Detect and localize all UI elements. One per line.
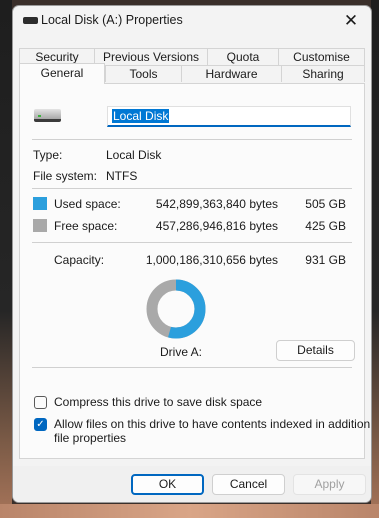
- ok-button[interactable]: OK: [131, 474, 204, 495]
- desktop-background-right: [371, 0, 379, 518]
- tab-general[interactable]: General: [19, 63, 105, 84]
- hard-drive-icon: [34, 109, 61, 122]
- index-label-line1: Allow files on this drive to have conten…: [54, 417, 372, 431]
- compress-label: Compress this drive to save disk space: [54, 395, 263, 409]
- capacity-size: 931 GB: [305, 253, 346, 267]
- tab-customise[interactable]: Customise: [278, 48, 365, 65]
- title-bar[interactable]: Local Disk (A:) Properties ✕: [13, 6, 371, 38]
- used-space-swatch: [33, 197, 47, 210]
- drive-name-input[interactable]: Local Disk: [107, 106, 351, 127]
- compress-checkbox[interactable]: [34, 396, 47, 409]
- dialog-footer: OK Cancel Apply: [13, 466, 371, 502]
- desktop-background-left: [0, 0, 12, 518]
- free-space-swatch: [33, 219, 47, 232]
- capacity-label: Capacity:: [54, 253, 105, 267]
- disk-usage-donut: [146, 279, 206, 339]
- drive-letter-label: Drive A:: [160, 345, 203, 359]
- apply-button[interactable]: Apply: [293, 474, 366, 495]
- type-label: Type:: [33, 148, 63, 162]
- divider: [32, 188, 352, 189]
- tab-previous-versions[interactable]: Previous Versions: [94, 48, 207, 65]
- free-space-size: 425 GB: [305, 219, 346, 233]
- capacity-bytes: 1,000,186,310,656 bytes: [145, 253, 278, 267]
- file-system-value: NTFS: [106, 169, 138, 183]
- tab-tools[interactable]: Tools: [105, 65, 181, 82]
- free-space-label: Free space:: [54, 219, 118, 233]
- desktop-background-bottom: [0, 504, 379, 518]
- type-value: Local Disk: [106, 148, 162, 162]
- cancel-button[interactable]: Cancel: [212, 474, 285, 495]
- details-button[interactable]: Details: [276, 340, 355, 361]
- tab-quota[interactable]: Quota: [207, 48, 278, 65]
- properties-dialog: Local Disk (A:) Properties ✕ Security Pr…: [12, 5, 372, 503]
- general-tab-panel: Local Disk Type: Local Disk File system:…: [19, 83, 371, 459]
- drive-title-icon: [23, 17, 38, 24]
- index-checkbox[interactable]: ✓: [34, 418, 47, 431]
- file-system-label: File system:: [33, 169, 98, 183]
- drive-name-text: Local Disk: [112, 109, 170, 123]
- divider: [32, 139, 352, 140]
- window-title: Local Disk (A:) Properties: [41, 13, 183, 27]
- used-space-bytes: 542,899,363,840 bytes: [155, 197, 278, 211]
- free-space-bytes: 457,286,946,816 bytes: [155, 219, 278, 233]
- divider: [32, 242, 352, 243]
- index-label-line2: file properties: [54, 431, 127, 445]
- close-button[interactable]: ✕: [331, 6, 371, 36]
- tab-hardware[interactable]: Hardware: [181, 65, 281, 82]
- used-space-size: 505 GB: [305, 197, 346, 211]
- divider: [32, 367, 352, 368]
- used-space-label: Used space:: [54, 197, 121, 211]
- tab-sharing[interactable]: Sharing: [281, 65, 365, 82]
